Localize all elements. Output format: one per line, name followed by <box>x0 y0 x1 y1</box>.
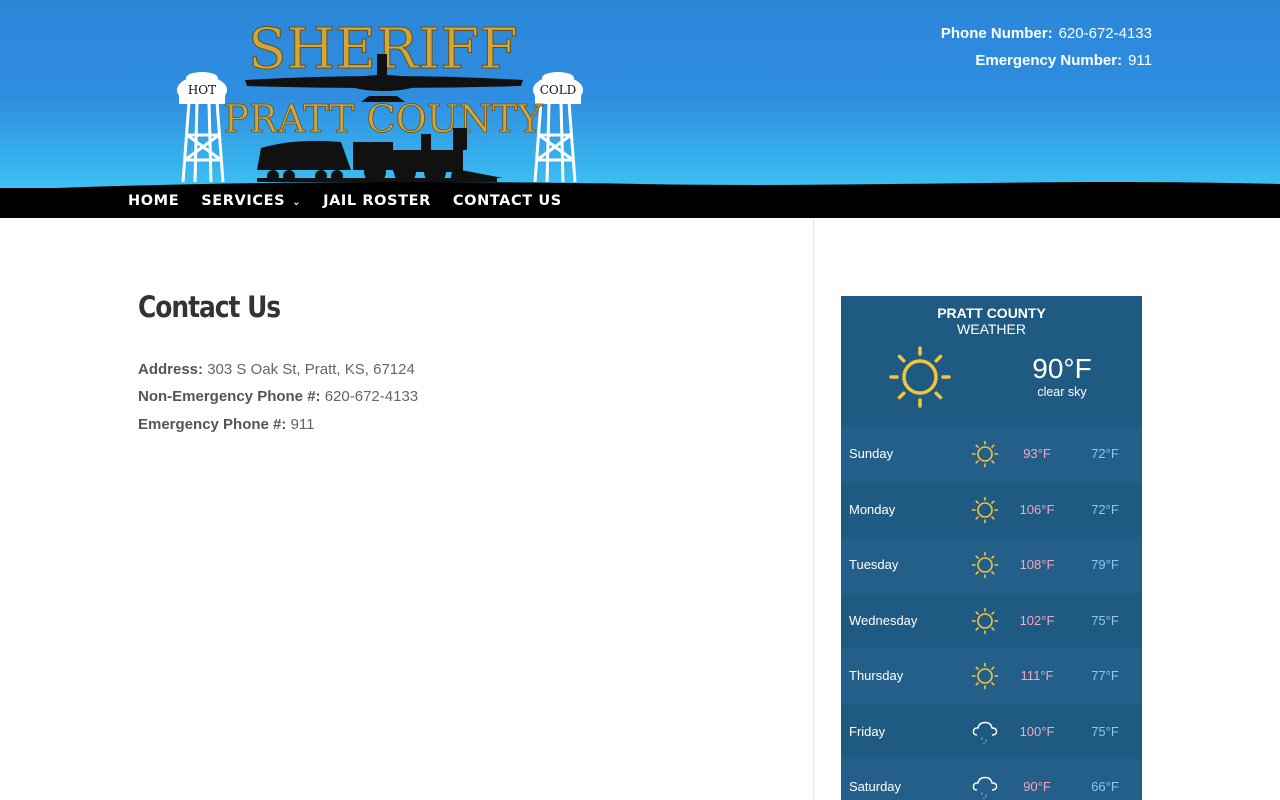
main-nav: HOME SERVICES ⌄ JAIL ROSTER CONTACT US <box>128 193 562 209</box>
address-value: 303 S Oak St, Pratt, KS, 67124 <box>207 361 415 378</box>
weather-widget: PRATT COUNTY WEATHER 90°F clear sky Sund… <box>841 296 1142 800</box>
forecast-row: Monday 106°F 72°F <box>841 481 1142 537</box>
forecast-high: 102°F <box>1019 612 1055 628</box>
forecast-row: Wednesday 102°F 75°F <box>841 592 1142 648</box>
forecast-low: 72°F <box>1091 446 1119 461</box>
forecast-low: 77°F <box>1091 668 1119 683</box>
forecast-day: Friday <box>849 723 886 739</box>
emergency-value: 911 <box>290 416 315 433</box>
nav-home-label: HOME <box>128 193 180 209</box>
nav-jail-roster-label: JAIL ROSTER <box>323 193 431 209</box>
page-title: Contact Us <box>138 290 281 324</box>
header-phone-label: Phone Number: <box>940 25 1053 42</box>
rain-icon <box>971 773 999 800</box>
current-temperature: 90°F <box>1032 353 1092 384</box>
address-line: Address: 303 S Oak St, Pratt, KS, 67124 <box>138 361 415 378</box>
forecast-day: Thursday <box>849 668 904 683</box>
nav-services[interactable]: SERVICES ⌄ <box>201 193 301 209</box>
chevron-down-icon: ⌄ <box>292 196 302 208</box>
forecast-high: 108°F <box>1019 557 1055 572</box>
forecast-day: Wednesday <box>849 612 918 628</box>
header-phone: Phone Number: 620-672-4133 <box>941 25 1152 42</box>
tower-right-label: COLD <box>540 83 577 97</box>
sun-icon <box>889 346 951 408</box>
forecast-day: Saturday <box>849 779 902 794</box>
nav-contact-us-label: CONTACT US <box>452 193 562 209</box>
weather-header: PRATT COUNTY WEATHER <box>841 305 1142 337</box>
forecast-low: 75°F <box>1091 723 1119 739</box>
forecast-high: 90°F <box>1023 779 1051 794</box>
nonemergency-label: Non-Emergency Phone #: <box>138 388 321 405</box>
emergency-label: Emergency Phone #: <box>138 416 287 433</box>
forecast-row: Saturday 90°F 66°F <box>841 759 1142 800</box>
water-tower-left-icon <box>181 101 225 183</box>
forecast-low: 66°F <box>1091 779 1119 794</box>
forecast-row: Sunday 93°F 72°F <box>841 426 1142 482</box>
sun-icon <box>971 662 999 690</box>
forecast-row: Tuesday 108°F 79°F <box>841 537 1142 593</box>
weather-subtitle: WEATHER <box>957 321 1026 337</box>
address-label: Address: <box>138 361 204 378</box>
nav-services-label: SERVICES <box>201 193 286 209</box>
header-emergency-value[interactable]: 911 <box>1128 52 1152 69</box>
forecast-list: Sunday 93°F 72°F Monday 106°F 72°F Tuesday 108°… <box>841 426 1142 800</box>
forecast-high: 106°F <box>1019 501 1055 517</box>
sun-icon <box>971 551 999 579</box>
rain-icon <box>971 718 999 746</box>
forecast-row: Friday 100°F 75°F <box>841 703 1142 759</box>
nav-home[interactable]: HOME <box>128 193 179 209</box>
forecast-row: Thursday 111°F 77°F <box>841 648 1142 704</box>
sheriff-logo[interactable]: HOT COLD SHERIFF PRATT COUNTY <box>165 10 595 190</box>
forecast-low: 79°F <box>1091 557 1119 572</box>
forecast-day: Tuesday <box>849 557 899 572</box>
emergency-line: Emergency Phone #: 911 <box>138 416 314 433</box>
forecast-day: Monday <box>849 501 896 517</box>
nav-contact-us[interactable]: CONTACT US <box>453 193 562 209</box>
sun-icon <box>971 496 999 524</box>
forecast-low: 72°F <box>1091 501 1119 517</box>
tower-left-label: HOT <box>188 83 216 97</box>
forecast-low: 75°F <box>1091 612 1119 628</box>
nonemergency-value: 620-672-4133 <box>324 388 419 405</box>
forecast-day: Sunday <box>849 446 894 461</box>
site-header: HOT COLD SHERIFF PRATT COUNTY Phone Numb… <box>0 0 1280 218</box>
header-emergency: Emergency Number: 911 <box>975 52 1152 69</box>
header-emergency-label: Emergency Number: <box>975 52 1123 69</box>
nav-jail-roster[interactable]: JAIL ROSTER <box>323 193 431 209</box>
logo-subtitle: PRATT COUNTY <box>224 97 544 141</box>
forecast-high: 93°F <box>1023 446 1051 461</box>
nonemergency-line: Non-Emergency Phone #: 620-672-4133 <box>138 388 418 405</box>
header-phone-value[interactable]: 620-672-4133 <box>1059 25 1152 42</box>
forecast-high: 100°F <box>1019 723 1055 739</box>
forecast-high: 111°F <box>1020 668 1054 683</box>
sidebar-divider <box>813 218 814 800</box>
current-description: clear sky <box>1037 385 1087 399</box>
sun-icon <box>971 440 999 468</box>
sun-icon <box>971 607 999 635</box>
weather-title: PRATT COUNTY <box>937 305 1046 321</box>
